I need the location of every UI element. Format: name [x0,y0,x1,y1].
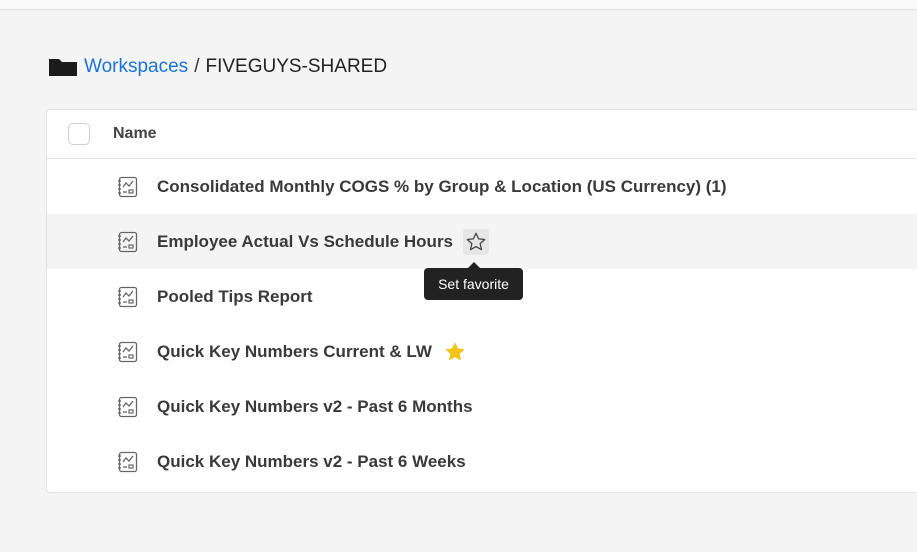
report-name[interactable]: Quick Key Numbers Current & LW [157,342,432,362]
report-name[interactable]: Consolidated Monthly COGS % by Group & L… [157,177,727,197]
select-all-checkbox[interactable] [68,123,90,145]
table-row[interactable]: Employee Actual Vs Schedule Hours [47,214,917,269]
report-name[interactable]: Quick Key Numbers v2 - Past 6 Weeks [157,452,466,472]
report-icon [116,340,140,364]
top-bar [0,0,917,10]
table-row[interactable]: Quick Key Numbers v2 - Past 6 Weeks [47,434,917,489]
report-name[interactable]: Employee Actual Vs Schedule Hours [157,232,453,252]
table-row[interactable]: Quick Key Numbers v2 - Past 6 Months [47,379,917,434]
breadcrumb-workspaces-link[interactable]: Workspaces [84,56,188,78]
report-name[interactable]: Quick Key Numbers v2 - Past 6 Months [157,397,473,417]
report-list-panel: Name Consolidated Monthly COGS % by Grou… [46,109,917,493]
column-header-name[interactable]: Name [113,125,157,143]
folder-icon [48,57,78,77]
star-filled-icon[interactable] [442,339,468,365]
table-row[interactable]: Consolidated Monthly COGS % by Group & L… [47,159,917,214]
table-row[interactable]: Quick Key Numbers Current & LW [47,324,917,379]
breadcrumb-current: FIVEGUYS-SHARED [205,56,388,77]
report-name[interactable]: Pooled Tips Report [157,287,313,307]
breadcrumb: Workspaces / FIVEGUYS-SHARED [48,56,387,78]
table-header: Name [47,110,917,159]
report-icon [116,285,140,309]
report-icon [116,230,140,254]
report-icon [116,395,140,419]
report-icon [116,175,140,199]
breadcrumb-separator: / [194,56,200,77]
star-outline-icon[interactable] [463,228,490,255]
report-icon [116,450,140,474]
set-favorite-tooltip: Set favorite [424,262,523,300]
